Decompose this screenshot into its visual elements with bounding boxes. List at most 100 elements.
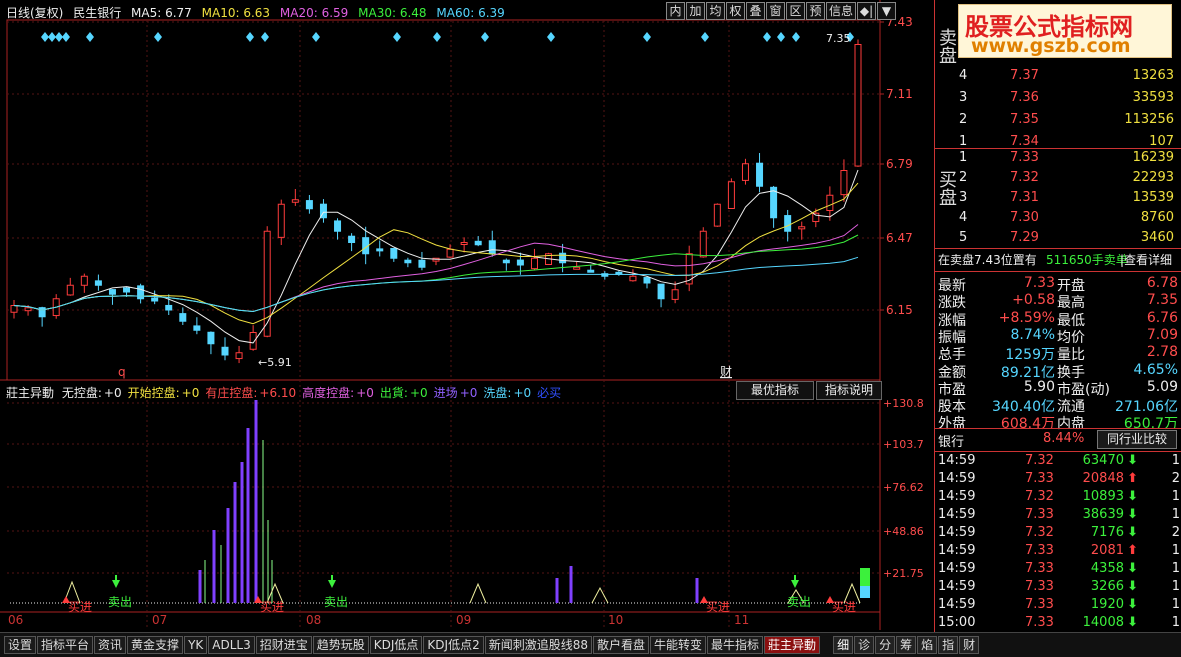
candle-body — [207, 331, 215, 345]
tick-price: 7.33 — [1025, 543, 1054, 558]
candle-body — [530, 257, 538, 270]
toolbar-btn-die[interactable]: 叠 — [746, 2, 765, 20]
candle-body — [334, 220, 342, 232]
tick-price: 7.33 — [1025, 507, 1054, 522]
sell-level-row[interactable]: 3 7.36 33593 — [935, 90, 1181, 108]
candle-body — [699, 230, 707, 258]
industry-compare-button[interactable]: 同行业比较 — [1097, 430, 1177, 449]
candle-body — [165, 304, 173, 311]
signal-diamond-icon — [246, 32, 254, 42]
indicator-item-value: +0 — [356, 386, 374, 400]
x-label: 09 — [456, 613, 472, 627]
tab-panel-2[interactable]: 分 — [875, 636, 896, 654]
chart-period-title[interactable]: 日线(复权) — [6, 6, 63, 20]
candle-body — [348, 235, 356, 243]
quote-value: 8.74% — [1010, 326, 1055, 343]
tab-indicator-6[interactable]: 招财进宝 — [255, 636, 312, 654]
tab-indicator-2[interactable]: 资讯 — [94, 636, 127, 654]
tab-panel-4[interactable]: 焰 — [917, 636, 938, 654]
tab-indicator-8[interactable]: KDJ低点 — [369, 636, 423, 654]
level-price: 7.30 — [1010, 210, 1039, 225]
tab-indicator-0[interactable]: 设置 — [4, 636, 37, 654]
signal-diamond-icon — [41, 32, 49, 42]
tab-indicator-5[interactable]: ADLL3 — [208, 636, 255, 654]
tab-panel-5[interactable]: 指 — [938, 636, 959, 654]
candle-body — [235, 352, 243, 360]
tick-volume: 4358 — [1090, 561, 1124, 576]
tab-indicator-9[interactable]: KDJ低点2 — [423, 636, 484, 654]
tab-panel-3[interactable]: 筹 — [896, 636, 917, 654]
tab-indicator-4[interactable]: YK — [184, 636, 208, 654]
candle-body — [221, 346, 229, 356]
tab-indicator-7[interactable]: 趋势玩股 — [312, 636, 369, 654]
tab-indicator-10[interactable]: 新闻刺激追股线88 — [484, 636, 592, 654]
buy-level-row[interactable]: 3 7.31 13539 — [935, 190, 1181, 208]
quote-row: 金额 89.21亿 换手 4.65% — [935, 361, 1181, 381]
big-order-notice[interactable]: 在卖盘7.43位置有 511650手卖单 |查看详细 — [935, 251, 1181, 269]
tab-indicator-11[interactable]: 散户看盘 — [593, 636, 650, 654]
level-number: 2 — [959, 112, 968, 127]
tick-price: 7.32 — [1025, 453, 1054, 468]
tab-panel-1[interactable]: 诊 — [854, 636, 875, 654]
indicator-desc-button[interactable]: 指标说明 — [816, 381, 882, 400]
quote-value: +0.58 — [1012, 292, 1055, 309]
tab-indicator-14[interactable]: 莊主异動 — [764, 636, 821, 654]
tab-indicator-12[interactable]: 牛能转变 — [650, 636, 707, 654]
tick-price: 7.33 — [1025, 471, 1054, 486]
sell-level-row[interactable]: 4 7.37 13263 — [935, 68, 1181, 86]
tick-volume: 3266 — [1090, 579, 1124, 594]
buy-level-row[interactable]: 5 7.29 3460 — [935, 230, 1181, 248]
tab-panel-0[interactable]: 细 — [833, 636, 854, 654]
toolbar-btn-jia[interactable]: 加 — [686, 2, 705, 20]
toolbar-btn-dropdown[interactable]: ▼ — [877, 2, 896, 20]
quote-value: 4.65% — [1133, 361, 1178, 378]
level-number: 5 — [959, 230, 968, 245]
sell-side-label: 卖盘 — [936, 28, 957, 64]
toolbar-btn-info[interactable]: 信息 — [826, 2, 856, 20]
tab-indicator-13[interactable]: 最牛指标 — [707, 636, 764, 654]
indicator-triangle — [469, 582, 487, 604]
ma30-label: MA30: 6.48 — [358, 6, 427, 20]
candle-body — [756, 162, 764, 187]
tick-volume: 20848 — [1082, 471, 1124, 486]
price-axis-label: 6.79 — [886, 157, 913, 171]
toolbar-btn-collapse[interactable]: ◆| — [857, 2, 876, 20]
toolbar-btn-jun[interactable]: 均 — [706, 2, 725, 20]
candle-body — [784, 215, 792, 232]
toolbar-btn-nei[interactable]: 内 — [666, 2, 685, 20]
tab-panel-6[interactable]: 财 — [959, 636, 980, 654]
arrow-down-icon: ⬇ — [1127, 453, 1138, 468]
best-indicator-button[interactable]: 最优指标 — [736, 381, 814, 400]
indicator-item-value: +0 — [181, 386, 200, 400]
tab-indicator-3[interactable]: 黄金支撑 — [127, 636, 184, 654]
kline-chart-svg[interactable]: 7.437.116.796.476.15+130.8+103.7+76.62+4… — [0, 0, 932, 632]
candle-body — [151, 297, 159, 302]
notice-detail-link[interactable]: |查看详细 — [1120, 251, 1172, 268]
toolbar-btn-quan[interactable]: 权 — [726, 2, 745, 20]
toolbar-btn-qu[interactable]: 区 — [786, 2, 805, 20]
arrow-up-icon: ⬆ — [1127, 543, 1138, 558]
signal-diamond-icon — [312, 32, 320, 42]
toolbar-btn-yu[interactable]: 预 — [806, 2, 825, 20]
quote-value: 6.78 — [1146, 275, 1178, 291]
tab-indicator-1[interactable]: 指标平台 — [37, 636, 94, 654]
tick-time: 14:59 — [938, 507, 976, 522]
buy-level-row[interactable]: 4 7.30 8760 — [935, 210, 1181, 228]
buy-level-row[interactable]: 2 7.32 22293 — [935, 170, 1181, 188]
candle-body — [418, 259, 426, 268]
toolbar-btn-chuang[interactable]: 窗 — [766, 2, 785, 20]
buy-level-row[interactable]: 1 7.33 16239 — [935, 150, 1181, 168]
sell-level-row[interactable]: 2 7.35 113256 — [935, 112, 1181, 130]
level-number: 1 — [959, 134, 968, 149]
x-axis-labels: 06 07 08 09 10 11 — [0, 613, 880, 629]
tick-row: 14:59 7.33 1920 ⬇ 1 — [935, 597, 1181, 615]
buy-signal-label: 买进 — [706, 600, 730, 614]
tick-time: 15:00 — [938, 615, 976, 630]
quote-value: 6.76 — [1146, 309, 1178, 326]
signal-diamond-icon — [547, 32, 555, 42]
chart-area[interactable]: 7.43 7.11 6.79 6.47 6.15 +130.8 +103.7 +76.62 +4… — [0, 0, 932, 632]
candle-body — [671, 289, 679, 300]
quote-value: +8.59% — [998, 309, 1055, 326]
indicator-item-label: 洗盘: — [483, 386, 512, 400]
tick-count: 2 — [1171, 525, 1180, 540]
